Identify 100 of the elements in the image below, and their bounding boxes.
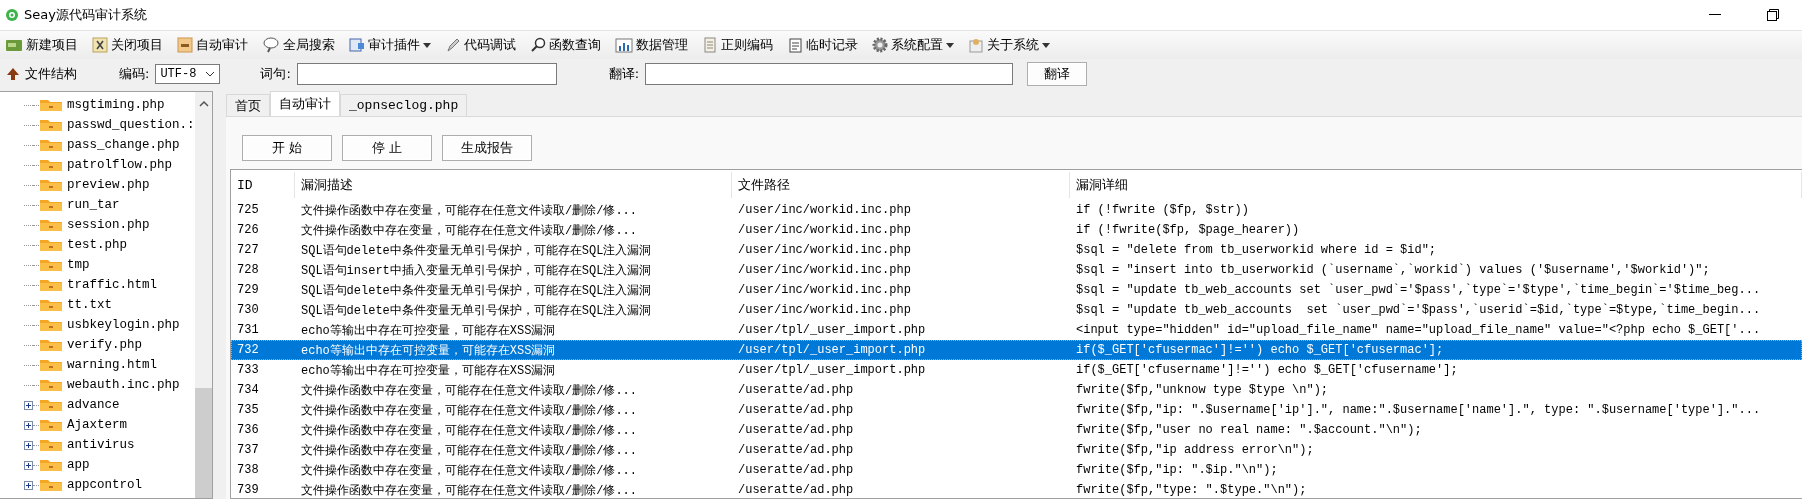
toolbar-button[interactable]: 全局搜索 — [260, 33, 337, 57]
translate-field[interactable] — [645, 63, 1014, 85]
expand-icon[interactable] — [24, 440, 33, 450]
table-cell-text: fwrite($fp,"ip address error\n"); — [1075, 443, 1315, 457]
table-cell-text: /user/inc/workid.inc.php — [737, 283, 912, 297]
expand-icon[interactable] — [24, 480, 33, 490]
tab[interactable]: 首页 — [226, 94, 270, 116]
column-header[interactable]: 漏洞详细 — [1070, 172, 1802, 198]
folder-icon — [39, 198, 63, 212]
table-cell-text: /user/tpl/_user_import.php — [737, 363, 927, 377]
toolbar-button[interactable]: 审计插件 — [347, 33, 433, 57]
table-cell-text: 735 — [236, 403, 260, 417]
toolbar-button[interactable]: 临时记录 — [785, 33, 860, 57]
table-cell-text: /useratte/ad.php — [737, 423, 855, 437]
notepad-icon — [787, 37, 803, 53]
file-item[interactable]: warning.html — [67, 358, 157, 372]
table-cell-text: 文件操作函数中存在变量，可能存在任意文件读取/删除/修... — [300, 482, 638, 498]
tab[interactable]: 自动审计 — [270, 91, 340, 116]
action-button[interactable]: 生成报告 — [442, 135, 532, 161]
folder-icon — [39, 258, 63, 272]
folder-item[interactable]: antivirus — [67, 438, 135, 452]
scroll-icon — [702, 37, 718, 53]
scrollbar-thumb[interactable] — [195, 388, 212, 498]
table-cell-text: 730 — [236, 303, 260, 317]
column-header[interactable]: 文件路径 — [732, 172, 1070, 198]
toolbar-button[interactable]: 数据管理 — [613, 33, 690, 57]
puzzle-icon — [349, 37, 365, 53]
toolbar-button[interactable]: 正则编码 — [700, 33, 775, 57]
table-cell-text: 729 — [236, 283, 260, 297]
scroll-up-icon[interactable] — [198, 100, 209, 108]
table-cell-text: 734 — [236, 383, 260, 397]
file-item[interactable]: tmp — [67, 258, 90, 272]
column-header[interactable]: 漏洞描述 — [295, 172, 732, 198]
folder-icon — [39, 178, 63, 192]
file-item[interactable]: patrolflow.php — [67, 158, 173, 172]
column-header[interactable]: ID — [231, 172, 295, 198]
table-cell-text: SQL语句delete中条件变量无单引号保护，可能存在SQL注入漏洞 — [300, 282, 653, 299]
action-button[interactable]: 停 止 — [342, 135, 432, 161]
minimize-icon — [1709, 14, 1721, 16]
toolbar-button[interactable]: 自动审计 — [175, 33, 250, 57]
table-cell-text: 文件操作函数中存在变量，可能存在任意文件读取/删除/修... — [300, 402, 638, 419]
folder-item[interactable]: advance — [67, 398, 120, 412]
file-item[interactable]: pass_change.php — [67, 138, 180, 152]
expand-icon[interactable] — [24, 400, 33, 410]
table-cell-text: 727 — [236, 243, 260, 257]
file-item[interactable]: traffic.html — [67, 278, 157, 292]
folder-icon — [39, 478, 63, 492]
table-cell-text: echo等输出中存在可控变量，可能存在XSS漏洞 — [300, 362, 557, 379]
table-cell-text: echo等输出中存在可控变量，可能存在XSS漏洞 — [300, 342, 557, 359]
table-cell-text: echo等输出中存在可控变量，可能存在XSS漏洞 — [300, 322, 557, 339]
table-cell-text: 736 — [236, 423, 260, 437]
file-item[interactable]: msgtiming.php — [67, 98, 165, 112]
toolbar-button[interactable]: 关于系统 — [966, 33, 1052, 57]
table-cell-text: 文件操作函数中存在变量，可能存在任意文件读取/删除/修... — [300, 422, 638, 439]
file-item[interactable]: session.php — [67, 218, 150, 232]
document-icon — [177, 37, 193, 53]
file-item[interactable]: verify.php — [67, 338, 142, 352]
tab[interactable]: _opnseclog.php — [340, 94, 468, 116]
table-cell-text: 文件操作函数中存在变量，可能存在任意文件读取/删除/修... — [300, 382, 638, 399]
folder-item[interactable]: appcontrol — [67, 478, 142, 492]
table-cell-text: fwrite($fp,"unknow type $type \n"); — [1075, 383, 1330, 397]
toolbar-button[interactable]: 函数查询 — [528, 33, 603, 57]
file-item[interactable]: tt.txt — [67, 298, 112, 312]
folder-icon — [39, 398, 63, 412]
table-cell-text: fwrite($fp,"ip: ".$ip."\n"); — [1075, 463, 1279, 477]
phrase-field[interactable] — [296, 63, 557, 85]
file-item[interactable]: usbkeylogin.php — [67, 318, 180, 332]
table-cell-text: /useratte/ad.php — [737, 443, 855, 457]
folder-item[interactable]: Ajaxterm — [67, 418, 127, 432]
folder-item[interactable]: app — [67, 458, 90, 472]
toolbar-button[interactable]: 新建项目 — [3, 33, 80, 57]
file-structure-label: 文件结构 — [25, 65, 78, 83]
encoding-select[interactable]: UTF-8 — [155, 64, 221, 84]
file-item[interactable]: preview.php — [67, 178, 150, 192]
table-cell-text: SQL语句delete中条件变量无单引号保护，可能存在SQL注入漏洞 — [300, 242, 653, 259]
expand-icon[interactable] — [24, 420, 33, 430]
expand-icon[interactable] — [24, 460, 33, 470]
file-item[interactable]: run_tar — [67, 198, 120, 212]
file-item[interactable]: webauth.inc.php — [67, 378, 180, 392]
chart-icon — [615, 37, 633, 53]
toolbar-button[interactable]: 关闭项目 — [90, 33, 165, 57]
chevron-down-icon — [205, 71, 216, 77]
action-button[interactable]: 开 始 — [242, 135, 332, 161]
toolbar-button[interactable]: 系统配置 — [870, 33, 956, 57]
table-cell-text: 737 — [236, 443, 260, 457]
table-cell-text: 731 — [236, 323, 260, 337]
table-cell-text: /user/inc/workid.inc.php — [737, 303, 912, 317]
table-cell-text: /user/tpl/_user_import.php — [737, 323, 927, 337]
table-row[interactable]: 732 echo等输出中存在可控变量，可能存在XSS漏洞 /user/tpl/_user_import.php if($_GET['cfusermac']!='') echo $_GET['cfusermac']; — [231, 340, 1802, 360]
table-cell-text: fwrite($fp,"ip: ".$username['ip'].", name:".$username['name'].", type: ".$username['type']."... — [1075, 403, 1762, 417]
file-item[interactable]: passwd_question.: — [67, 118, 195, 132]
file-item[interactable]: test.php — [67, 238, 127, 252]
table-cell-text: /user/inc/workid.inc.php — [737, 243, 912, 257]
table-cell-text: SQL语句insert中插入变量无单引号保护，可能存在SQL注入漏洞 — [300, 262, 653, 279]
folder-icon — [39, 98, 63, 112]
x-icon — [92, 37, 108, 53]
translate-button[interactable]: 翻译 — [1027, 62, 1088, 86]
toolbar-button[interactable]: 代码调试 — [443, 33, 518, 57]
table-cell-text: 文件操作函数中存在变量，可能存在任意文件读取/删除/修... — [300, 442, 638, 459]
folder-icon — [39, 438, 63, 452]
